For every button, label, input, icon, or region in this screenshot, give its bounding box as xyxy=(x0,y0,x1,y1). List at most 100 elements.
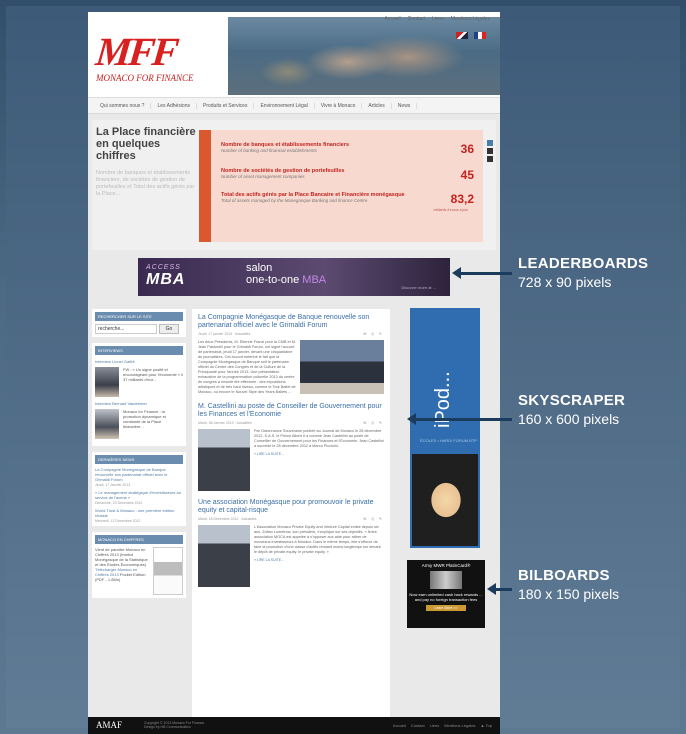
news-box: DERNIÈRES NEWS La Compagnie Monégasque d… xyxy=(92,452,186,526)
nav-item-products[interactable]: Produits et Services xyxy=(197,102,255,109)
main-nav: Qui sommes nous ? Les Adhésions Produits… xyxy=(88,97,500,114)
site-header: MFF MONACO FOR FINANCE Accueil Contact L… xyxy=(88,12,500,97)
leaderboard-annotation: LEADERBOARDS 728 x 90 pixels xyxy=(518,255,648,290)
annotation-title: SKYSCRAPER xyxy=(518,392,626,409)
article-meta: Mardi, 08 Janvier 2013 · Actualités xyxy=(198,421,252,425)
top-link-contact[interactable]: Contact xyxy=(408,16,425,22)
interview-link[interactable]: Interview Bernard Vaudremer xyxy=(95,401,183,406)
website-mockup: MFF MONACO FOR FINANCE Accueil Contact L… xyxy=(88,12,500,734)
top-link-links[interactable]: Liens xyxy=(432,16,444,22)
ad-cta[interactable]: Discover more at ... xyxy=(401,285,436,290)
ad-learn-more-button[interactable]: Learn More >> xyxy=(426,605,466,611)
read-more-link[interactable]: » LIRE LA SUITE... xyxy=(254,452,384,457)
site-logo[interactable]: MFF MONACO FOR FINANCE xyxy=(93,29,216,92)
ad-sponsor-logo: ÉCOLES • HARDI FORUM BTP xyxy=(420,438,477,443)
stat-sublabel: Number of asset management companies xyxy=(221,174,305,179)
skyscraper-annotation: SKYSCRAPER 160 x 600 pixels xyxy=(518,392,625,427)
footer-link[interactable]: Liens xyxy=(430,723,440,728)
doc-description: Vient de paraître Monaco en Chiffres 201… xyxy=(95,547,148,567)
billboard-arrow-icon xyxy=(487,583,512,595)
article-meta: Jeudi, 17 janvier 2013 · Actualités xyxy=(198,332,251,336)
ad-photo xyxy=(412,454,478,546)
footer-link[interactable]: Mentions Légales xyxy=(444,723,475,728)
ad-card-image xyxy=(430,571,462,589)
article-meta-row: Jeudi, 17 janvier 2013 · Actualités ✉ ⎙ … xyxy=(198,332,384,336)
ad-one-to-one-accent: MBA xyxy=(302,274,327,286)
leaderboard-ad[interactable]: ACCESS MBA salon one-to-one MBA Discover… xyxy=(138,258,450,296)
pager-dot[interactable] xyxy=(487,148,493,154)
skyscraper-ad[interactable]: iPod... ÉCOLES • HARDI FORUM BTP xyxy=(410,308,480,548)
footer-credit: Design by HB Communication xyxy=(144,725,191,729)
news-link[interactable]: La Compagnie Monégasque de Banque renouv… xyxy=(95,467,183,482)
ad-title: Army MWR PlatinCard® xyxy=(421,563,471,568)
doc-heading: MONACO EN CHIFFRES xyxy=(95,535,183,544)
fr-flag-icon[interactable] xyxy=(474,32,486,39)
article-photo xyxy=(300,340,384,394)
site-footer: AMAF Copyright © 2013 Monaco For Finance… xyxy=(88,717,500,734)
article-body: Par Ordonnance Souveraine publiée au Jou… xyxy=(198,429,384,491)
interview-photo[interactable] xyxy=(95,367,119,397)
billboard-ad[interactable]: Army MWR PlatinCard® Now earn unlimited … xyxy=(407,560,485,628)
nav-item-membership[interactable]: Les Adhésions xyxy=(151,102,197,109)
pager-dot[interactable] xyxy=(487,140,493,146)
article-meta-row: Mardi, 08 Janvier 2013 · Actualités ✉ ⎙ … xyxy=(198,421,384,425)
stat-row: Nombre de sociétés de gestion de portefe… xyxy=(221,168,476,182)
stat-value: 45 xyxy=(460,168,474,182)
footer-logo[interactable]: AMAF xyxy=(96,720,122,730)
interviews-heading: INTERVIEWS xyxy=(95,346,183,355)
news-link[interactable]: World Trust & Monaco : une première édit… xyxy=(95,508,183,518)
article-body: L'Association Monaco Private Equity and … xyxy=(198,525,384,587)
footer-copyright: Copyright © 2013 Monaco For Finance Desi… xyxy=(144,721,204,729)
annotation-title: BILBOARDS xyxy=(518,567,610,584)
annotation-title: LEADERBOARDS xyxy=(518,255,649,272)
article-tools-icon[interactable]: ✉ ⎙ ✎ xyxy=(363,332,384,336)
footer-link[interactable]: Contact xyxy=(411,723,425,728)
news-date: Jeudi, 17 Janvier 2013 xyxy=(95,483,131,487)
interview-photo[interactable] xyxy=(95,409,119,439)
article-title[interactable]: La Compagnie Monégasque de Banque renouv… xyxy=(198,314,384,330)
top-link-home[interactable]: Accueil xyxy=(384,16,400,22)
annotation-dimensions: 180 x 150 pixels xyxy=(518,586,620,602)
interview-link[interactable]: Interview Lionel Galfré xyxy=(95,359,183,364)
article-title[interactable]: M. Castellini au poste de Conseiller de … xyxy=(198,403,384,419)
article-text: Par Ordonnance Souveraine publiée au Jou… xyxy=(254,429,384,448)
article: Une association Monégasque pour promouvo… xyxy=(198,499,384,587)
read-more-link[interactable]: » LIRE LA SUITE... xyxy=(254,558,384,563)
stat-unit: milliards d'euros à juin xyxy=(433,208,468,212)
news-heading: DERNIÈRES NEWS xyxy=(95,455,183,464)
article: M. Castellini au poste de Conseiller de … xyxy=(198,403,384,491)
news-link[interactable]: « Le management stratégique d'investisse… xyxy=(95,490,183,500)
main-content: La Compagnie Monégasque de Banque renouv… xyxy=(192,309,390,721)
footer-link[interactable]: Accueil xyxy=(393,723,406,728)
uk-flag-icon[interactable] xyxy=(456,32,468,39)
interview-item: Monaco for Finance : la promotion dynami… xyxy=(95,409,183,439)
article-text: Les deux Présidents, M. Etienne Franzi p… xyxy=(198,340,296,394)
ad-one-to-one-line: one-to-one MBA xyxy=(246,274,326,286)
pager-dot[interactable] xyxy=(487,156,493,162)
article-photo xyxy=(198,429,250,491)
nav-item-news[interactable]: News xyxy=(392,102,418,109)
nav-item-about[interactable]: Qui sommes nous ? xyxy=(94,102,152,109)
article-photo xyxy=(198,525,250,587)
nav-item-living[interactable]: Vivre à Monaco xyxy=(315,102,363,109)
search-row: Go xyxy=(95,324,183,334)
language-flags xyxy=(456,32,486,39)
article-tools-icon[interactable]: ✉ ⎙ ✎ xyxy=(363,517,384,521)
search-input[interactable] xyxy=(95,324,157,334)
article-tools-icon[interactable]: ✉ ⎙ ✎ xyxy=(363,421,384,425)
interview-excerpt: FW : « Un signe positif et encourageant … xyxy=(123,367,183,382)
nav-item-legal[interactable]: Environnement Légal xyxy=(254,102,315,109)
skyscraper-arrow-icon xyxy=(407,413,512,425)
stats-intro: La Place financière en quelques chiffres… xyxy=(96,126,196,198)
stat-value: 83,2 xyxy=(450,192,474,206)
billboard-annotation: BILBOARDS 180 x 150 pixels xyxy=(518,567,619,602)
news-date: Dimanche, 23 Décembre 2012 xyxy=(95,501,143,505)
search-button[interactable]: Go xyxy=(159,324,179,334)
nav-item-articles[interactable]: Articles xyxy=(362,102,392,109)
article-title[interactable]: Une association Monégasque pour promouvo… xyxy=(198,499,384,515)
logo-letters: MFF xyxy=(93,29,179,74)
ad-mba-logo: MBA xyxy=(146,271,186,288)
footer-link-top[interactable]: ▲ Top xyxy=(481,723,492,728)
doc-cover-thumbnail[interactable] xyxy=(153,547,183,595)
top-link-legal[interactable]: Mentions Légales xyxy=(451,16,490,22)
